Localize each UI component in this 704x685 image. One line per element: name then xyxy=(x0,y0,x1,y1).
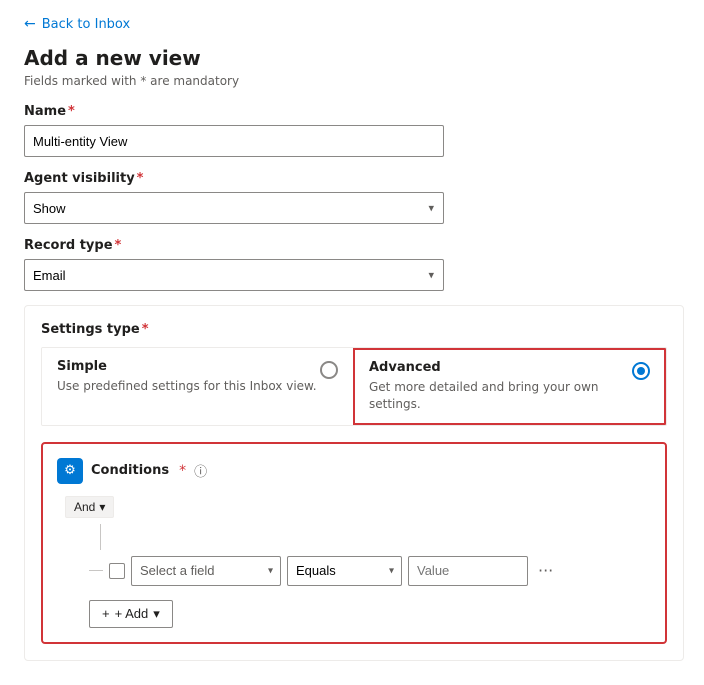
name-label: Name* xyxy=(24,104,680,119)
conditions-required-star: * xyxy=(179,463,186,479)
add-icon: + xyxy=(102,606,110,621)
agent-visibility-field-group: Agent visibility* Show Hide ▾ xyxy=(24,171,680,224)
advanced-option-content: Advanced Get more detailed and bring you… xyxy=(369,360,632,413)
back-arrow-icon: ← xyxy=(24,16,36,32)
add-chevron-icon: ▾ xyxy=(153,606,160,622)
agent-visibility-label: Agent visibility* xyxy=(24,171,680,186)
conditions-header: ⚙ Conditions * ⓘ xyxy=(57,458,651,484)
advanced-radio[interactable] xyxy=(632,362,650,380)
simple-option[interactable]: Simple Use predefined settings for this … xyxy=(42,348,353,425)
simple-option-desc: Use predefined settings for this Inbox v… xyxy=(57,378,317,395)
name-required-star: * xyxy=(68,104,75,119)
advanced-option[interactable]: Advanced Get more detailed and bring you… xyxy=(353,348,666,425)
record-type-field-group: Record type* Email Chat ▾ xyxy=(24,238,680,291)
condition-more-options-button[interactable]: ··· xyxy=(534,559,557,582)
name-input[interactable] xyxy=(24,125,444,157)
settings-type-label: Settings type* xyxy=(41,322,667,337)
simple-option-content: Simple Use predefined settings for this … xyxy=(57,359,317,395)
agent-visibility-select[interactable]: Show Hide xyxy=(24,192,444,224)
equals-select-wrapper: Equals Not Equals Contains ▾ xyxy=(287,556,402,586)
record-type-label: Record type* xyxy=(24,238,680,253)
simple-option-title: Simple xyxy=(57,359,317,374)
mandatory-note: Fields marked with * are mandatory xyxy=(24,74,680,88)
conditions-section: ⚙ Conditions * ⓘ And ▾ xyxy=(41,442,667,644)
conditions-body: And ▾ Select a field ▾ xyxy=(65,496,651,628)
and-button[interactable]: And ▾ xyxy=(65,496,114,518)
condition-row: Select a field ▾ Equals Not Equals Conta… xyxy=(89,556,651,586)
settings-card: Settings type* Simple Use predefined set… xyxy=(24,305,684,661)
back-to-inbox-link[interactable]: ← Back to Inbox xyxy=(24,16,680,32)
advanced-option-desc: Get more detailed and bring your own set… xyxy=(369,379,632,413)
conditions-icon: ⚙ xyxy=(57,458,83,484)
settings-options: Simple Use predefined settings for this … xyxy=(41,347,667,426)
and-chevron-icon: ▾ xyxy=(99,500,105,514)
simple-radio[interactable] xyxy=(320,361,338,379)
value-input[interactable] xyxy=(408,556,528,586)
page-title: Add a new view xyxy=(24,46,680,70)
name-field-group: Name* xyxy=(24,104,680,171)
info-icon[interactable]: ⓘ xyxy=(194,461,207,480)
field-select[interactable]: Select a field xyxy=(131,556,281,586)
back-link-label: Back to Inbox xyxy=(42,17,130,32)
add-condition-button[interactable]: + + Add ▾ xyxy=(89,600,173,628)
agent-visibility-select-wrapper: Show Hide ▾ xyxy=(24,192,444,224)
condition-checkbox[interactable] xyxy=(109,563,125,579)
conditions-title: Conditions xyxy=(91,463,169,478)
record-type-select-wrapper: Email Chat ▾ xyxy=(24,259,444,291)
field-select-wrapper: Select a field ▾ xyxy=(131,556,281,586)
horizontal-connector-line xyxy=(89,570,103,571)
settings-type-required-star: * xyxy=(142,322,149,337)
advanced-option-title: Advanced xyxy=(369,360,632,375)
agent-visibility-required-star: * xyxy=(137,171,144,186)
add-label: + Add xyxy=(115,606,149,621)
and-label: And xyxy=(74,500,95,514)
vertical-connector-line xyxy=(100,524,101,550)
record-type-required-star: * xyxy=(115,238,122,253)
record-type-select[interactable]: Email Chat xyxy=(24,259,444,291)
equals-select[interactable]: Equals Not Equals Contains xyxy=(287,556,402,586)
